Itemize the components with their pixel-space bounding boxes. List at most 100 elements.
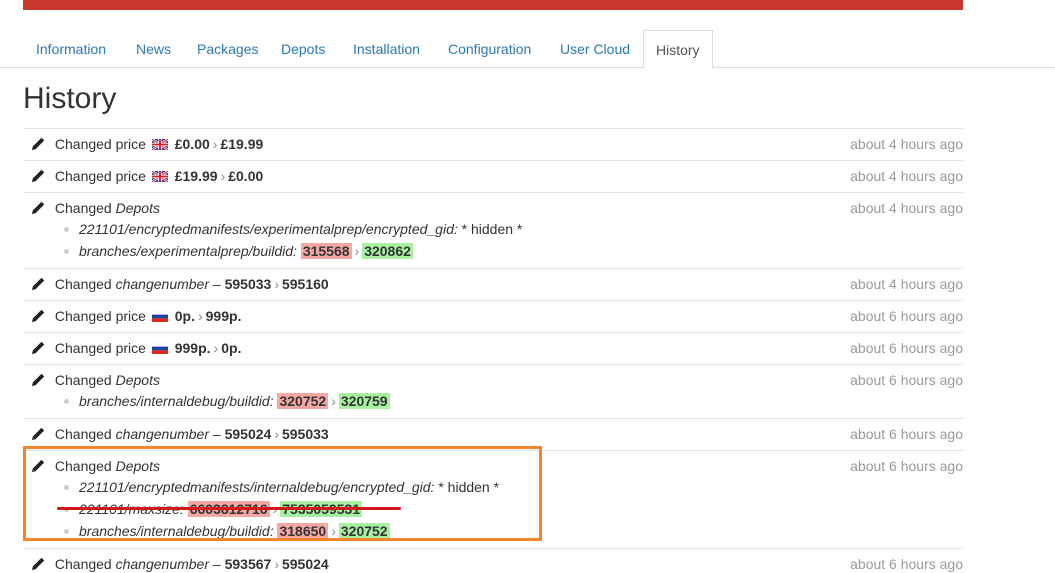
arrow-separator: › (272, 501, 278, 517)
history-row: Changed price 0р. › 999р. about 6 hours ag… (23, 300, 963, 332)
old-value: £19.99 (174, 168, 218, 184)
change-target: Depots (115, 200, 160, 216)
old-value: 595024 (224, 426, 272, 442)
old-value: 999р. (174, 340, 211, 356)
arrow-separator: › (331, 523, 336, 539)
timestamp: about 4 hours ago (850, 168, 963, 184)
old-value: 315568 (300, 243, 352, 259)
new-value: £0.00 (228, 168, 264, 184)
new-value: 999р. (205, 308, 242, 324)
item-key: 221101/maxsize: (79, 501, 184, 517)
tab-bar: Information News Packages Depots Install… (0, 30, 1055, 69)
history-row: Changed price £0.00 › £19.99 about 4 hours… (23, 128, 963, 160)
old-value: 0р. (174, 308, 195, 324)
new-value: 7535059531 (280, 501, 363, 517)
action-label: Changed (54, 458, 112, 474)
new-value: 595160 (281, 276, 329, 292)
action-label: Changed (54, 556, 112, 572)
pencil-icon (32, 341, 45, 354)
timestamp: about 6 hours ago (850, 372, 963, 388)
page-title: History (23, 82, 117, 115)
new-value: 0р. (221, 340, 242, 356)
history-row: Changed Depots 221101/encryptedmanifests… (23, 192, 963, 268)
history-row: Changed changenumber – 593567 › 595024 abo… (23, 548, 963, 573)
pencil-icon (32, 309, 45, 322)
list-item: branches/experimentalprep/buildid: 31556… (31, 240, 963, 262)
item-value: * hidden * (438, 479, 500, 495)
list-item: branches/internaldebug/buildid: 318650 › 3… (31, 520, 963, 542)
arrow-separator: › (220, 168, 226, 184)
pencil-icon (32, 459, 45, 472)
history-row: Changed changenumber – 595024 › 595033 abo… (23, 418, 963, 450)
tab-packages[interactable]: Packages (197, 30, 258, 68)
history-row: Changed Depots 221101/encryptedmanifests… (23, 450, 963, 548)
timestamp: about 6 hours ago (850, 556, 963, 572)
change-target: Depots (115, 458, 160, 474)
dash-separator: – (212, 276, 221, 292)
top-accent-bar (23, 0, 963, 10)
old-value: £0.00 (174, 136, 210, 152)
item-key: branches/experimentalprep/buildid: (79, 243, 297, 259)
change-target: Depots (115, 372, 160, 388)
action-label: Changed (54, 426, 112, 442)
tab-history[interactable]: History (643, 30, 713, 69)
tab-depots[interactable]: Depots (281, 30, 325, 68)
arrow-separator: › (331, 393, 336, 409)
pencil-icon (32, 201, 45, 214)
new-value: 320862 (362, 243, 413, 259)
uk-flag-icon (151, 171, 168, 182)
tab-user-cloud[interactable]: User Cloud (560, 30, 630, 68)
tab-information[interactable]: Information (36, 30, 106, 68)
history-row: Changed price £19.99 › £0.00 about 4 hours… (23, 160, 963, 192)
tab-installation[interactable]: Installation (353, 30, 420, 68)
history-row: Changed price 999р. › 0р. about 6 hours ag… (23, 332, 963, 364)
arrow-separator: › (354, 243, 360, 259)
pencil-icon (32, 137, 45, 150)
dash-separator: – (212, 426, 221, 442)
tab-configuration[interactable]: Configuration (448, 30, 531, 68)
pencil-icon (32, 277, 45, 290)
new-value: £19.99 (220, 136, 264, 152)
arrow-separator: › (213, 340, 219, 356)
item-key: 221101/encryptedmanifests/experimentalpr… (79, 221, 458, 237)
arrow-separator: › (274, 276, 279, 292)
action-label: Changed price (54, 168, 146, 184)
old-value: 320752 (277, 393, 329, 409)
timestamp: about 4 hours ago (850, 200, 963, 216)
old-value: 318650 (277, 523, 329, 539)
list-item: 221101/encryptedmanifests/experimentalpr… (31, 218, 963, 240)
timestamp: about 6 hours ago (850, 308, 963, 324)
list-item: 221101/encryptedmanifests/internaldebug/… (31, 476, 963, 498)
timestamp: about 6 hours ago (850, 458, 963, 474)
pencil-icon (32, 557, 45, 570)
dash-separator: – (212, 556, 221, 572)
old-value: 593567 (224, 556, 272, 572)
action-label: Changed (54, 276, 112, 292)
new-value: 595024 (281, 556, 329, 572)
action-label: Changed (54, 200, 112, 216)
item-key: 221101/encryptedmanifests/internaldebug/… (79, 479, 435, 495)
arrow-separator: › (212, 136, 218, 152)
old-value: 595033 (224, 276, 272, 292)
arrow-separator: › (274, 426, 279, 442)
item-key: branches/internaldebug/buildid: (79, 523, 274, 539)
change-target: changenumber (115, 276, 210, 292)
pencil-icon (32, 427, 45, 440)
tab-news[interactable]: News (136, 30, 171, 68)
item-value: * hidden * (461, 221, 523, 237)
change-target: changenumber (115, 556, 210, 572)
action-label: Changed price (54, 340, 146, 356)
arrow-separator: › (274, 556, 279, 572)
new-value: 320752 (338, 523, 390, 539)
history-row: Changed Depots branches/internaldebug/bu… (23, 364, 963, 418)
new-value: 320759 (338, 393, 390, 409)
list-item: 221101/maxsize: 6603812716 › 7535059531 (31, 498, 963, 520)
timestamp: about 4 hours ago (850, 276, 963, 292)
item-key: branches/internaldebug/buildid: (79, 393, 274, 409)
list-item: branches/internaldebug/buildid: 320752 › 3… (31, 390, 963, 412)
change-target: changenumber (115, 426, 210, 442)
history-row: Changed changenumber – 595033 › 595160 abo… (23, 268, 963, 300)
arrow-separator: › (197, 308, 203, 324)
timestamp: about 4 hours ago (850, 136, 963, 152)
pencil-icon (32, 373, 45, 386)
